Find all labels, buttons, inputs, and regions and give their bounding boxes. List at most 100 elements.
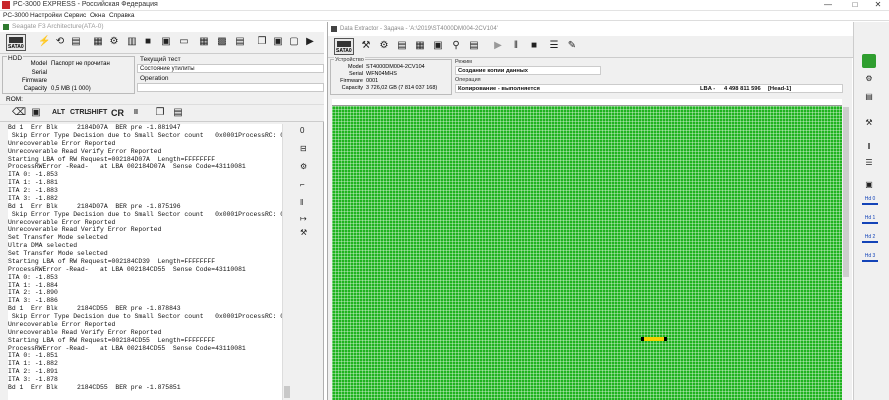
log-line: Unrecoverable Read Verify Error Reported xyxy=(8,147,162,155)
task-icon[interactable]: ▤ xyxy=(396,40,408,52)
log-line: Bd 1 Err Blk 2184D07A BER pre -1.881947 xyxy=(8,124,181,131)
power-icon[interactable]: ⚡ xyxy=(38,36,50,48)
sectors-icon[interactable]: ▥ xyxy=(126,36,138,48)
terminal-icon[interactable]: ▭ xyxy=(178,36,190,48)
report-icon[interactable]: ▤ xyxy=(862,92,876,102)
log-toolbar: ⌫ ▣ ALT CTRL SHIFT CR II ❐ ▤ xyxy=(0,104,324,122)
hdd-capacity-label: Capacity xyxy=(23,86,47,92)
device-capacity-value: 3 726,02 GB (7 814 037 168) xyxy=(366,85,438,91)
green-copy-icon[interactable] xyxy=(862,54,876,68)
stop-icon[interactable]: ■ xyxy=(528,40,540,52)
heads-icon[interactable]: ⚲ xyxy=(450,40,462,52)
alt-button[interactable]: ALT xyxy=(52,109,65,116)
seagate-window-title-bar: Seagate F3 Architecture(ATA-0) xyxy=(0,22,324,32)
bad-sector-block[interactable] xyxy=(641,337,667,341)
mode-field: Создание копии данных xyxy=(455,66,601,75)
device-model-label: Model xyxy=(348,64,363,70)
pause-icon[interactable]: ‖ xyxy=(510,40,522,52)
minimize-button[interactable]: — xyxy=(816,0,840,10)
log-line: ITA 3: -1.882 xyxy=(8,194,58,202)
menu-bar: PC-3000 Настройки Сервис Окна Справка xyxy=(0,11,889,21)
head-2-icon[interactable]: Hd 2 xyxy=(862,234,878,243)
clear-log-icon[interactable]: ⌫ xyxy=(12,107,26,119)
list-icon[interactable]: ☰ xyxy=(548,40,560,52)
arrow-icon[interactable]: ↦ xyxy=(300,214,307,223)
tests-icon[interactable]: ▣ xyxy=(160,36,172,48)
cr-button[interactable]: CR xyxy=(111,108,124,118)
log-line: Starting LBA of RW Request=002184CD55 Le… xyxy=(8,336,216,344)
data-extractor-toolbar: SATA0 ⚒ ⚙ ▤ ▦ ▣ ⚲ ▤ ▶ ‖ ■ ☰ ✎ xyxy=(328,36,853,58)
hdd-group: HDD Model Паспорт не прочитан Serial Fir… xyxy=(2,55,135,94)
device-group: Устройство Model ST4000DM004-2CV104 Seri… xyxy=(330,57,452,95)
menu-item-help[interactable]: Справка xyxy=(109,12,135,19)
head-1-icon[interactable]: Hd 1 xyxy=(862,215,878,224)
id-icon[interactable]: ▦ xyxy=(92,36,104,48)
stop-icon[interactable]: ■ xyxy=(142,36,154,48)
input-icon[interactable]: ⊟ xyxy=(300,144,307,153)
log-line: Unrecoverable Read Verify Error Reported xyxy=(8,226,162,234)
copy-task-icon[interactable]: ▦ xyxy=(414,40,426,52)
tools-icon[interactable]: ⚒ xyxy=(360,40,372,52)
copy-icon[interactable]: ❐ xyxy=(256,36,268,48)
settings-icon[interactable]: ⚙ xyxy=(378,40,390,52)
log-line: Bd 1 Err Blk 2184CD55 BER pre -1.878843 xyxy=(8,305,181,313)
defects-icon[interactable]: ▣ xyxy=(432,40,444,52)
rom-icon[interactable]: ▩ xyxy=(216,36,228,48)
head-0-icon[interactable]: Hd 0 xyxy=(862,196,878,205)
sector-map-header xyxy=(332,99,842,106)
window-icon[interactable]: ▢ xyxy=(288,36,300,48)
de-sata-port-button[interactable]: SATA0 xyxy=(334,38,354,55)
menu-item-pc3000[interactable]: PC-3000 xyxy=(3,12,29,19)
copy-log-icon[interactable]: ❐ xyxy=(154,107,166,119)
edit-icon[interactable]: ✎ xyxy=(566,40,578,52)
tools-icon[interactable]: ⚒ xyxy=(862,118,876,128)
maximize-button[interactable]: □ xyxy=(843,0,867,10)
device-capacity-label: Capacity xyxy=(341,85,363,91)
head-3-icon[interactable]: Hd 3 xyxy=(862,253,878,262)
sata-port-label: SATA0 xyxy=(8,44,24,50)
zero-icon[interactable]: 0 xyxy=(300,126,304,135)
reset-side-icon[interactable]: ⚙ xyxy=(300,162,307,171)
device-firmware-label: Firmware xyxy=(340,78,363,84)
sata-port-button[interactable]: SATA0 xyxy=(6,34,26,51)
terminal-log[interactable]: Bd 1 Err Blk 2184D07A BER pre -1.881947 … xyxy=(8,124,282,400)
plug-icon[interactable]: ⌐ xyxy=(300,180,305,189)
reset-icon[interactable]: ⟲ xyxy=(54,36,66,48)
log-line: Unrecoverable Error Reported xyxy=(8,320,116,328)
menu-item-settings[interactable]: Настройки xyxy=(30,12,62,19)
log-scroll-thumb[interactable] xyxy=(284,386,290,398)
tools-side-icon[interactable]: ⚒ xyxy=(300,228,307,237)
module-icon[interactable]: ▤ xyxy=(234,36,246,48)
start-icon[interactable]: ▶ xyxy=(492,40,504,52)
log-line: Set Transfer Mode selected xyxy=(8,250,108,257)
menu-item-windows[interactable]: Окна xyxy=(90,12,105,19)
operation-field xyxy=(137,83,324,92)
print-icon[interactable]: ▤ xyxy=(468,40,480,52)
pause-log-button[interactable]: II xyxy=(134,109,138,116)
image-icon[interactable]: ▣ xyxy=(862,180,876,190)
save-icon[interactable]: ▣ xyxy=(272,36,284,48)
sector-map[interactable] xyxy=(332,99,842,400)
play-icon[interactable]: ▶ xyxy=(304,36,316,48)
shift-button[interactable]: SHIFT xyxy=(87,109,107,116)
menu-item-service[interactable]: Сервис xyxy=(64,12,86,19)
chip-icon[interactable]: ⚙ xyxy=(108,36,120,48)
close-button[interactable]: ✕ xyxy=(866,0,889,10)
pause-side-icon[interactable]: ‖ xyxy=(300,198,303,207)
list-icon[interactable]: ☰ xyxy=(862,158,876,168)
print-log-icon[interactable]: ▤ xyxy=(172,107,184,119)
sector-map-scrollbar[interactable] xyxy=(842,99,850,400)
map-icon[interactable]: ▦ xyxy=(198,36,210,48)
sector-map-grid[interactable] xyxy=(332,106,842,400)
ctrl-button[interactable]: CTRL xyxy=(70,109,89,116)
read-icon[interactable]: ▤ xyxy=(70,36,82,48)
lba-label: LBA - xyxy=(700,86,716,92)
sector-map-scroll-thumb[interactable] xyxy=(843,107,849,277)
gear-icon[interactable]: ⚙ xyxy=(862,74,876,84)
pause-icon[interactable]: ‖ xyxy=(862,142,876,152)
data-extractor-title: Data Extractor - Задача - 'A:\2019\ST400… xyxy=(340,26,498,32)
far-right-toolbar: ⚙ ▤ ⚒ ‖ ☰ ▣ Hd 0 Hd 1 Hd 2 Hd 3 xyxy=(853,22,889,400)
save-log-icon[interactable]: ▣ xyxy=(30,107,42,119)
log-scrollbar[interactable] xyxy=(282,124,290,400)
log-line: ITA 3: -1.886 xyxy=(8,297,58,305)
